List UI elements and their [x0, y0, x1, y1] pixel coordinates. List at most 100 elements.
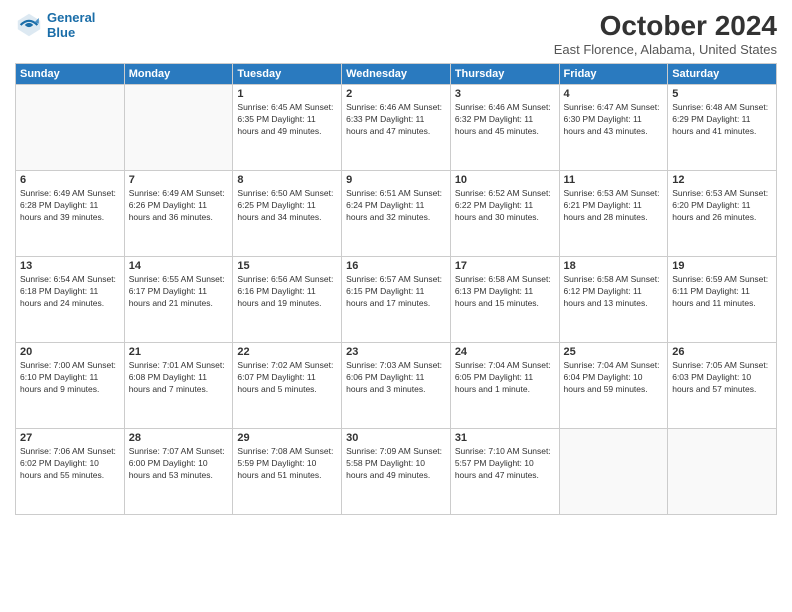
logo-icon: [15, 11, 43, 39]
table-row: 4 Sunrise: 6:47 AM Sunset: 6:30 PM Daylig…: [559, 85, 668, 171]
day-info: Sunrise: 7:08 AM Sunset: 5:59 PM Dayligh…: [237, 446, 337, 482]
day-number: 28: [129, 432, 229, 444]
table-row: 1 Sunrise: 6:45 AM Sunset: 6:35 PM Daylig…: [233, 85, 342, 171]
day-info: Sunrise: 7:10 AM Sunset: 5:57 PM Dayligh…: [455, 446, 555, 482]
day-number: 13: [20, 260, 120, 272]
day-number: 24: [455, 346, 555, 358]
table-row: 20 Sunrise: 7:00 AM Sunset: 6:10 PM Dayli…: [16, 343, 125, 429]
table-row: 19 Sunrise: 6:59 AM Sunset: 6:11 PM Dayli…: [668, 257, 777, 343]
table-row: 11 Sunrise: 6:53 AM Sunset: 6:21 PM Dayli…: [559, 171, 668, 257]
day-info: Sunrise: 6:57 AM Sunset: 6:15 PM Dayligh…: [346, 274, 446, 310]
table-row: 13 Sunrise: 6:54 AM Sunset: 6:18 PM Dayli…: [16, 257, 125, 343]
table-row: 21Sunrise: 7:01 AM Sunset: 6:08 PM Dayli…: [124, 343, 233, 429]
table-row: 6Sunrise: 6:49 AM Sunset: 6:28 PM Daylig…: [16, 171, 125, 257]
day-info: Sunrise: 6:53 AM Sunset: 6:21 PM Dayligh…: [564, 188, 664, 224]
day-number: 1: [237, 88, 337, 100]
day-number: 12: [672, 174, 772, 186]
col-saturday: Saturday: [668, 64, 777, 85]
day-number: 5: [672, 88, 772, 100]
title-section: October 2024 East Florence, Alabama, Uni…: [554, 10, 777, 57]
table-row: [16, 85, 125, 171]
day-info: Sunrise: 7:03 AM Sunset: 6:06 PM Dayligh…: [346, 360, 446, 396]
table-row: 30 Sunrise: 7:09 AM Sunset: 5:58 PM Dayli…: [342, 429, 451, 515]
logo: General Blue: [15, 10, 95, 40]
day-number: 18: [564, 260, 664, 272]
day-info: Sunrise: 7:04 AM Sunset: 6:05 PM Dayligh…: [455, 360, 555, 396]
table-row: 28 Sunrise: 7:07 AM Sunset: 6:00 PM Dayli…: [124, 429, 233, 515]
day-info: Sunrise: 6:54 AM Sunset: 6:18 PM Dayligh…: [20, 274, 120, 310]
day-info: Sunrise: 7:05 AM Sunset: 6:03 PM Dayligh…: [672, 360, 772, 396]
col-wednesday: Wednesday: [342, 64, 451, 85]
table-row: 16 Sunrise: 6:57 AM Sunset: 6:15 PM Dayli…: [342, 257, 451, 343]
day-info: Sunrise: 7:09 AM Sunset: 5:58 PM Dayligh…: [346, 446, 446, 482]
day-number: 14: [129, 260, 229, 272]
day-info: Sunrise: 6:48 AM Sunset: 6:29 PM Dayligh…: [672, 102, 772, 138]
table-row: 3 Sunrise: 6:46 AM Sunset: 6:32 PM Daylig…: [450, 85, 559, 171]
day-number: 26: [672, 346, 772, 358]
day-info: Sunrise: 6:49 AM Sunset: 6:26 PM Dayligh…: [129, 188, 229, 224]
table-row: 24 Sunrise: 7:04 AM Sunset: 6:05 PM Dayli…: [450, 343, 559, 429]
day-info: Sunrise: 6:55 AM Sunset: 6:17 PM Dayligh…: [129, 274, 229, 310]
day-number: 29: [237, 432, 337, 444]
day-number: 19: [672, 260, 772, 272]
col-friday: Friday: [559, 64, 668, 85]
table-row: 23Sunrise: 7:03 AM Sunset: 6:06 PM Dayli…: [342, 343, 451, 429]
day-number: 21: [129, 346, 229, 358]
day-info: Sunrise: 6:47 AM Sunset: 6:30 PM Dayligh…: [564, 102, 664, 138]
day-number: 15: [237, 260, 337, 272]
table-row: 8Sunrise: 6:50 AM Sunset: 6:25 PM Daylig…: [233, 171, 342, 257]
day-info: Sunrise: 7:07 AM Sunset: 6:00 PM Dayligh…: [129, 446, 229, 482]
day-info: Sunrise: 6:49 AM Sunset: 6:28 PM Dayligh…: [20, 188, 120, 224]
table-row: 17 Sunrise: 6:58 AM Sunset: 6:13 PM Dayli…: [450, 257, 559, 343]
table-row: 12 Sunrise: 6:53 AM Sunset: 6:20 PM Dayli…: [668, 171, 777, 257]
day-info: Sunrise: 6:56 AM Sunset: 6:16 PM Dayligh…: [237, 274, 337, 310]
day-number: 9: [346, 174, 446, 186]
table-row: 31 Sunrise: 7:10 AM Sunset: 5:57 PM Dayli…: [450, 429, 559, 515]
day-number: 31: [455, 432, 555, 444]
col-monday: Monday: [124, 64, 233, 85]
table-row: 10Sunrise: 6:52 AM Sunset: 6:22 PM Dayli…: [450, 171, 559, 257]
location: East Florence, Alabama, United States: [554, 42, 777, 57]
day-info: Sunrise: 6:58 AM Sunset: 6:13 PM Dayligh…: [455, 274, 555, 310]
day-info: Sunrise: 7:00 AM Sunset: 6:10 PM Dayligh…: [20, 360, 120, 396]
day-info: Sunrise: 6:45 AM Sunset: 6:35 PM Dayligh…: [237, 102, 337, 138]
month-title: October 2024: [554, 10, 777, 42]
table-row: 18Sunrise: 6:58 AM Sunset: 6:12 PM Dayli…: [559, 257, 668, 343]
calendar-week-row: 27 Sunrise: 7:06 AM Sunset: 6:02 PM Dayli…: [16, 429, 777, 515]
table-row: 27 Sunrise: 7:06 AM Sunset: 6:02 PM Dayli…: [16, 429, 125, 515]
day-info: Sunrise: 6:59 AM Sunset: 6:11 PM Dayligh…: [672, 274, 772, 310]
day-number: 17: [455, 260, 555, 272]
table-row: [668, 429, 777, 515]
day-number: 25: [564, 346, 664, 358]
day-number: 11: [564, 174, 664, 186]
day-info: Sunrise: 6:51 AM Sunset: 6:24 PM Dayligh…: [346, 188, 446, 224]
header: General Blue October 2024 East Florence,…: [15, 10, 777, 57]
day-number: 3: [455, 88, 555, 100]
calendar-week-row: 20 Sunrise: 7:00 AM Sunset: 6:10 PM Dayli…: [16, 343, 777, 429]
day-info: Sunrise: 6:53 AM Sunset: 6:20 PM Dayligh…: [672, 188, 772, 224]
table-row: 29 Sunrise: 7:08 AM Sunset: 5:59 PM Dayli…: [233, 429, 342, 515]
day-number: 30: [346, 432, 446, 444]
table-row: 14 Sunrise: 6:55 AM Sunset: 6:17 PM Dayli…: [124, 257, 233, 343]
day-info: Sunrise: 7:06 AM Sunset: 6:02 PM Dayligh…: [20, 446, 120, 482]
table-row: 15 Sunrise: 6:56 AM Sunset: 6:16 PM Dayli…: [233, 257, 342, 343]
table-row: 26 Sunrise: 7:05 AM Sunset: 6:03 PM Dayli…: [668, 343, 777, 429]
day-number: 27: [20, 432, 120, 444]
day-info: Sunrise: 6:46 AM Sunset: 6:32 PM Dayligh…: [455, 102, 555, 138]
day-info: Sunrise: 7:02 AM Sunset: 6:07 PM Dayligh…: [237, 360, 337, 396]
day-number: 20: [20, 346, 120, 358]
table-row: [124, 85, 233, 171]
table-row: 9 Sunrise: 6:51 AM Sunset: 6:24 PM Daylig…: [342, 171, 451, 257]
day-info: Sunrise: 7:04 AM Sunset: 6:04 PM Dayligh…: [564, 360, 664, 396]
calendar-week-row: 13 Sunrise: 6:54 AM Sunset: 6:18 PM Dayli…: [16, 257, 777, 343]
table-row: 2 Sunrise: 6:46 AM Sunset: 6:33 PM Daylig…: [342, 85, 451, 171]
day-number: 2: [346, 88, 446, 100]
day-number: 16: [346, 260, 446, 272]
day-number: 4: [564, 88, 664, 100]
day-number: 22: [237, 346, 337, 358]
table-row: 25 Sunrise: 7:04 AM Sunset: 6:04 PM Dayli…: [559, 343, 668, 429]
day-info: Sunrise: 6:46 AM Sunset: 6:33 PM Dayligh…: [346, 102, 446, 138]
calendar-week-row: 6Sunrise: 6:49 AM Sunset: 6:28 PM Daylig…: [16, 171, 777, 257]
calendar-header-row: Sunday Monday Tuesday Wednesday Thursday…: [16, 64, 777, 85]
day-number: 10: [455, 174, 555, 186]
